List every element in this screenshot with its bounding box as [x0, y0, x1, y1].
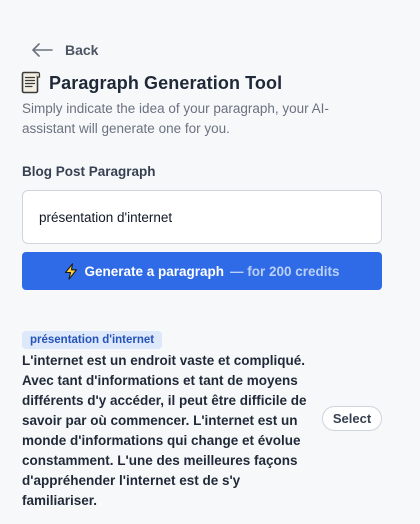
back-link[interactable]: Back [31, 40, 98, 60]
page-title: Paragraph Generation Tool [49, 72, 283, 93]
page-subtitle: Simply indicate the idea of your paragra… [22, 101, 329, 136]
generate-paragraph-button[interactable]: Generate a paragraph — for 200 credits [22, 252, 382, 290]
lightning-bolt-icon [65, 262, 78, 280]
page-header: Paragraph Generation Tool [21, 71, 282, 95]
input-value: présentation d'internet [39, 209, 173, 225]
arrow-left-icon [32, 43, 53, 57]
back-label: Back [65, 42, 99, 58]
page: Back Paragraph Generation Tool Simply in… [0, 0, 420, 524]
generate-button-cost: — for 200 credits [230, 263, 340, 279]
result-topic-tag: présentation d'internet [22, 331, 163, 349]
paragraph-topic-input[interactable]: présentation d'internet [22, 190, 382, 244]
select-result-button[interactable]: Select [322, 406, 382, 431]
result-paragraph-text: L'internet est un endroit vaste et compl… [22, 353, 307, 508]
document-icon [21, 71, 41, 94]
generate-button-label: Generate a paragraph [84, 263, 224, 279]
field-label: Blog Post Paragraph [22, 164, 156, 179]
